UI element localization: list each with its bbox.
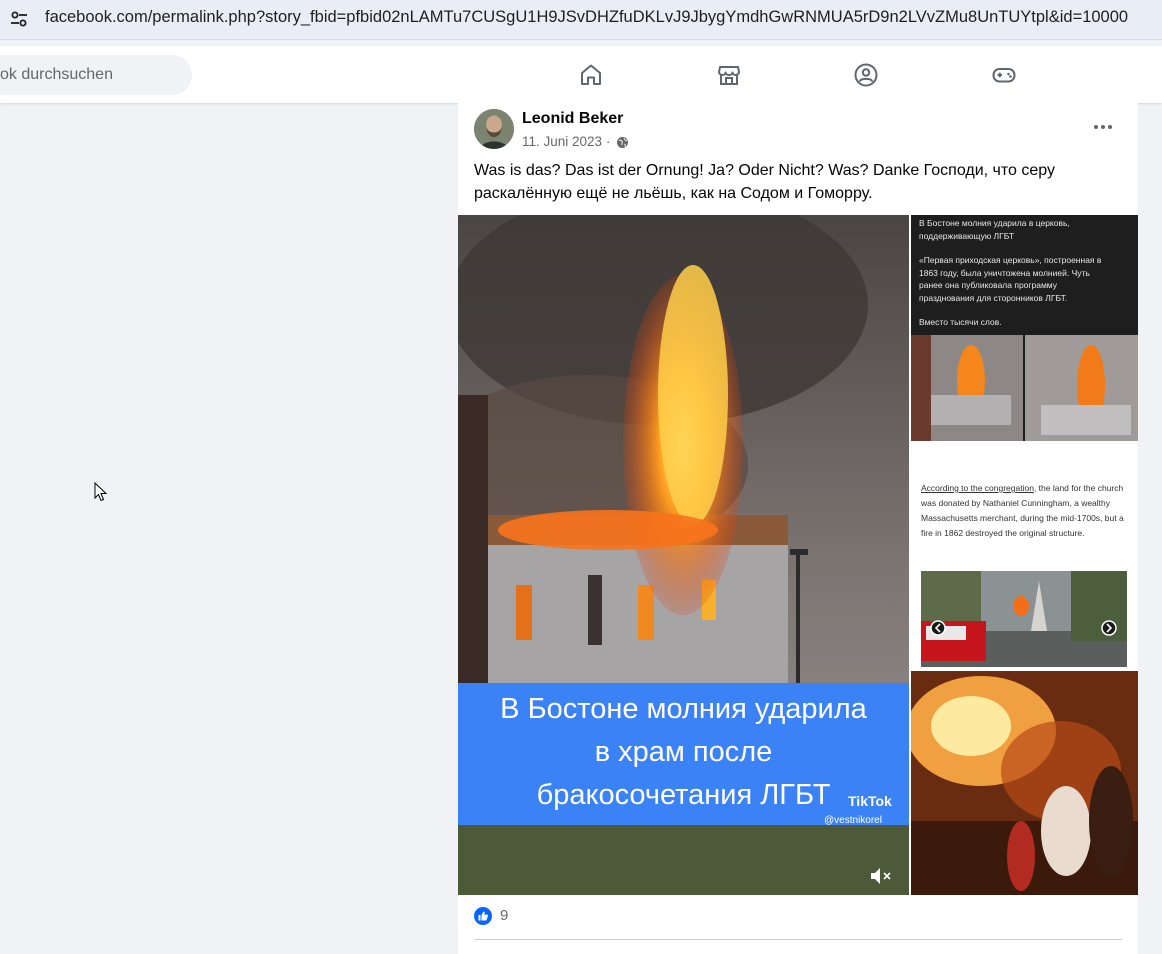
tiktok-watermark: TikTok (848, 793, 892, 809)
side-image-painting[interactable] (911, 671, 1138, 895)
mute-icon[interactable] (868, 865, 894, 887)
more-options-icon[interactable] (1088, 115, 1118, 139)
post-text: Was is das? Das ist der Ornung! Ja? Oder… (474, 162, 1055, 202)
groups-icon[interactable] (853, 62, 879, 88)
marketplace-icon[interactable] (716, 62, 742, 88)
main-video-image[interactable]: В Бостоне молния ударила в храм после бр… (458, 215, 909, 895)
globe-icon (617, 137, 628, 148)
gaming-icon[interactable] (991, 62, 1017, 88)
like-reaction-icon (474, 907, 492, 925)
post-media-grid: В Бостоне молния ударила в храм после бр… (458, 215, 1138, 895)
video-caption-box: В Бостоне молния ударила в храм после бр… (458, 683, 909, 825)
url-field[interactable]: facebook.com/permalink.php?story_fbid=pf… (45, 8, 1128, 27)
side-image-news-card[interactable]: В Бостоне молния ударила в церковь, подд… (911, 215, 1138, 441)
post-date[interactable]: 11. Juni 2023 · (522, 134, 610, 149)
tiktok-handle: @vestnikorel (824, 815, 882, 826)
search-input[interactable]: ok durchsuchen (0, 55, 192, 95)
mouse-cursor-icon (94, 482, 108, 502)
author-name[interactable]: Leonid Beker (522, 110, 623, 128)
like-count: 9 (500, 907, 509, 924)
facebook-top-bar: ok durchsuchen (0, 46, 1162, 103)
browser-address-bar: facebook.com/permalink.php?story_fbid=pf… (0, 0, 1162, 40)
caption-line-1: В Бостоне молния ударила (500, 693, 867, 725)
reactions-divider (474, 939, 1122, 940)
search-placeholder: ok durchsuchen (0, 66, 113, 83)
caption-line-3: бракосочетания ЛГБТ (536, 779, 831, 811)
author-avatar[interactable] (474, 109, 514, 149)
home-icon[interactable] (578, 62, 604, 88)
site-settings-icon[interactable] (8, 8, 30, 30)
article-text: According to the congregation, the land … (921, 483, 1124, 538)
side-image-article[interactable]: According to the congregation, the land … (911, 443, 1138, 669)
post-card: Leonid Beker 11. Juni 2023 · Was is das?… (458, 103, 1138, 954)
news-card-text: В Бостоне молния ударила в церковь, подд… (919, 218, 1102, 327)
caption-line-2: в храм после (594, 736, 773, 768)
